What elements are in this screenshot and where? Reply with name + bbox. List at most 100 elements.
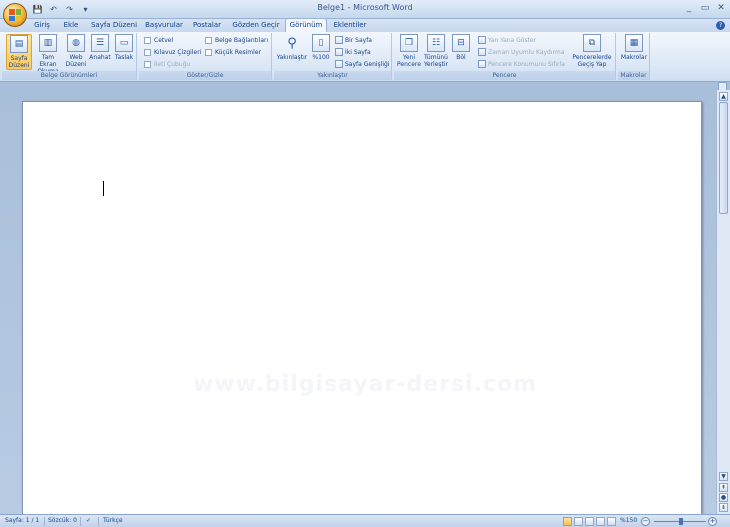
web-layout-label: Web Düzeni [65,54,87,68]
ruler-row [0,82,730,91]
full-screen-reading-button[interactable]: ▥ Tam Ekran Okuma [33,34,63,75]
zoom-out-button[interactable]: − [641,517,650,526]
word-count[interactable]: Sözcük: 0 [48,517,77,524]
thumbnails-label: Küçük Resimler [215,49,261,56]
draft-label: Taslak [114,54,134,61]
status-separator [80,517,81,526]
document-page[interactable]: www.bilgisayar-dersi.com [22,101,702,514]
group-label-zoom: Yakınlaştır [274,71,391,80]
tab-eklentiler[interactable]: Eklentiler [332,19,368,32]
group-label-window: Pencere [394,71,615,80]
message-bar-label: İleti Çubuğu [154,61,191,68]
reset-position-label: Pencere Konumunu Sıfırla [488,60,565,68]
language-indicator[interactable]: Türkçe [103,517,123,524]
minimize-button[interactable]: _ [684,2,694,14]
tab-postalar[interactable]: Postalar [190,19,224,32]
tab-giris[interactable]: Giriş [31,19,53,32]
window-title: Belge1 - Microsoft Word [317,3,413,12]
status-outline-button[interactable] [596,517,605,526]
ruler-check-box[interactable] [144,37,151,44]
group-label-show-hide: Göster/Gizle [139,71,271,80]
scroll-down-button[interactable]: ▼ [719,472,728,481]
thumbnails-checkbox[interactable]: Küçük Resimler [205,49,261,56]
status-separator [98,517,99,526]
message-bar-check-box [144,61,151,68]
split-button[interactable]: ⊟ Böl [451,34,471,61]
draft-button[interactable]: ▭ Taslak [112,34,136,61]
next-page-button[interactable]: ⇟ [719,503,728,512]
page-width-icon [335,60,343,68]
document-workspace: www.bilgisayar-dersi.com [0,90,716,514]
sync-scroll-button: Zaman Uyumlu Kaydırma [478,48,564,56]
side-by-side-button: Yan Yana Göster [478,36,536,44]
zoom-100-button[interactable]: ▯ %100 [310,34,332,61]
status-print-layout-button[interactable] [563,517,572,526]
previous-page-button[interactable]: ⇞ [719,483,728,492]
thumbnails-check-box[interactable] [205,49,212,56]
document-map-checkbox[interactable]: Belge Bağlantıları [205,37,268,44]
switch-windows-button[interactable]: ⧉ Pencerelerde Geçiş Yap [570,34,614,68]
macros-icon: ▦ [625,34,643,52]
tab-basvurular[interactable]: Başvurular [143,19,185,32]
office-logo-icon [9,9,21,21]
zoom-in-button[interactable]: + [708,517,717,526]
arrange-all-label: Tümünü Yerleştir [424,54,448,68]
proofing-icon[interactable]: ✓ [86,517,91,524]
office-button[interactable] [3,3,27,27]
status-draft-button[interactable] [607,517,616,526]
tab-gozden-gecir[interactable]: Gözden Geçir [230,19,282,32]
split-label: Böl [456,54,466,61]
gridlines-checkbox[interactable]: Kılavuz Çizgileri [144,49,201,56]
outline-icon: ☰ [91,34,109,52]
outline-button[interactable]: ☰ Anahat [88,34,112,61]
text-cursor [103,181,104,196]
close-button[interactable]: ✕ [716,2,726,14]
vertical-scrollbar[interactable]: ▲ ▼ ⇞ ● ⇟ [716,90,730,514]
select-browse-object-button[interactable]: ● [719,493,728,502]
page-width-button[interactable]: Sayfa Genişliği [335,60,389,68]
zoom-label: Yakınlaştır [276,54,308,61]
print-layout-button[interactable]: ▤ Sayfa Düzeni [6,34,32,70]
group-show-hide: Cetvel Kılavuz Çizgileri İleti Çubuğu Be… [139,33,272,80]
page-width-label: Sayfa Genişliği [345,60,390,68]
group-document-views: ▤ Sayfa Düzeni ▥ Tam Ekran Okuma ◍ Web D… [2,33,137,80]
scroll-thumb[interactable] [719,102,728,214]
arrange-all-button[interactable]: ☷ Tümünü Yerleştir [423,34,449,68]
ruler-label: Cetvel [154,37,174,44]
new-window-icon: ❐ [400,34,418,52]
gridlines-label: Kılavuz Çizgileri [154,49,202,56]
scroll-up-button[interactable]: ▲ [719,92,728,101]
status-web-layout-button[interactable] [585,517,594,526]
print-layout-label: Sayfa Düzeni [8,55,30,69]
zoom-slider-thumb[interactable] [679,518,683,525]
tab-gorunum[interactable]: Görünüm [285,18,327,32]
switch-windows-label: Pencerelerde Geçiş Yap [572,54,612,68]
help-icon[interactable]: ? [716,21,725,30]
split-icon: ⊟ [452,34,470,52]
window-controls: _ ▭ ✕ [684,2,726,14]
document-map-check-box[interactable] [205,37,212,44]
zoom-level[interactable]: %150 [620,517,637,524]
new-window-label: Yeni Pencere [397,54,421,68]
book-icon: ▥ [39,34,57,52]
web-layout-button[interactable]: ◍ Web Düzeni [64,34,88,68]
ribbon-tabs: Giriş Ekle Sayfa Düzeni Başvurular Posta… [0,18,730,32]
zoom-button[interactable]: ⚲ Yakınlaştır [276,34,308,62]
tab-ekle[interactable]: Ekle [59,19,83,32]
tab-sayfa-duzeni[interactable]: Sayfa Düzeni [89,19,139,32]
one-page-label: Bir Sayfa [345,36,372,44]
new-window-button[interactable]: ❐ Yeni Pencere [396,34,422,68]
draft-icon: ▭ [115,34,133,52]
message-bar-checkbox: İleti Çubuğu [144,61,190,68]
macros-button[interactable]: ▦ Makrolar [620,34,648,61]
page-count[interactable]: Sayfa: 1 / 1 [5,517,39,524]
restore-button[interactable]: ▭ [700,2,710,14]
ruler-checkbox[interactable]: Cetvel [144,37,173,44]
status-full-screen-button[interactable] [574,517,583,526]
two-pages-button[interactable]: İki Sayfa [335,48,371,56]
one-page-button[interactable]: Bir Sayfa [335,36,372,44]
switch-windows-icon: ⧉ [583,34,601,52]
gridlines-check-box[interactable] [144,49,151,56]
one-page-icon [335,36,343,44]
watermark-text: www.bilgisayar-dersi.com [193,372,538,397]
